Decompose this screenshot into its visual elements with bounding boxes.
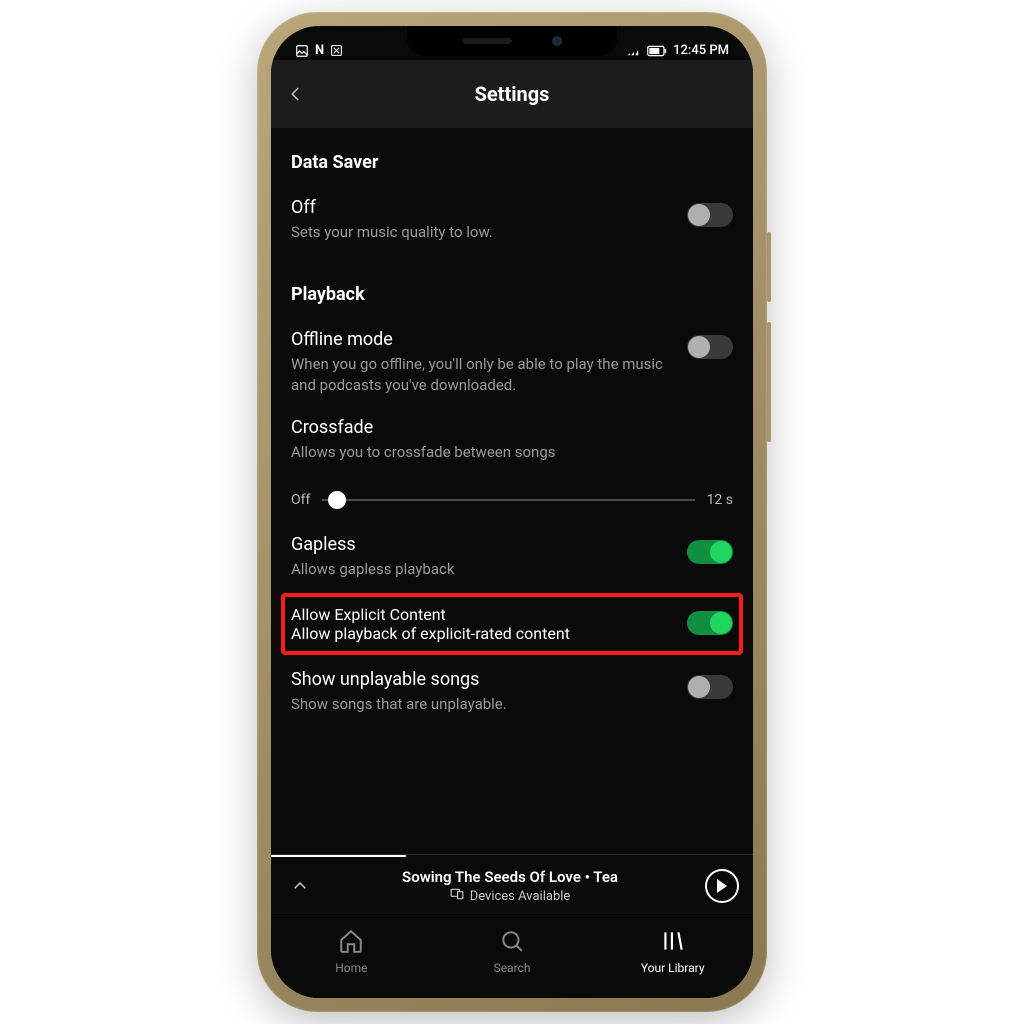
devices-icon	[450, 888, 464, 904]
unplayable-toggle[interactable]	[687, 675, 733, 699]
tab-home-label: Home	[335, 961, 367, 975]
allow-explicit-desc: Allow playback of explicit-rated content	[291, 624, 570, 643]
crossfade-row: Crossfade Allows you to crossfade betwee…	[291, 413, 733, 526]
playback-progress	[271, 855, 406, 857]
allow-explicit-title: Allow Explicit Content	[291, 605, 570, 624]
settings-header: Settings	[271, 60, 753, 128]
offline-mode-title: Offline mode	[291, 329, 671, 350]
now-playing-bar[interactable]: Sowing The Seeds Of Love • Tea Devices A…	[271, 854, 753, 918]
crossfade-min-label: Off	[291, 492, 310, 508]
offline-mode-desc: When you go offline, you'll only be able…	[291, 354, 671, 395]
allow-explicit-toggle[interactable]	[687, 611, 733, 635]
gapless-title: Gapless	[291, 534, 671, 555]
expand-now-playing[interactable]	[285, 877, 315, 895]
crossfade-desc: Allows you to crossfade between songs	[291, 442, 733, 462]
data-saver-toggle[interactable]	[687, 203, 733, 227]
offline-mode-row[interactable]: Offline mode When you go offline, you'll…	[291, 321, 733, 413]
unplayable-title: Show unplayable songs	[291, 669, 671, 690]
crossfade-max-label: 12 s	[707, 492, 733, 508]
play-button[interactable]	[705, 869, 739, 903]
allow-explicit-row[interactable]: Allow Explicit Content Allow playback of…	[281, 593, 743, 655]
section-playback: Playback	[291, 284, 733, 305]
data-saver-desc: Sets your music quality to low.	[291, 222, 671, 242]
library-icon	[660, 928, 686, 957]
tab-search[interactable]: Search	[432, 918, 593, 984]
search-icon	[499, 928, 525, 957]
screen: N 12:45 PM Settings	[271, 26, 753, 998]
crossfade-thumb[interactable]	[328, 491, 346, 509]
tab-your-library[interactable]: Your Library	[592, 918, 753, 984]
home-icon	[338, 928, 364, 957]
tab-bar: Home Search Your Library	[271, 918, 753, 998]
image-icon	[295, 44, 309, 58]
crossfade-slider[interactable]	[322, 499, 694, 501]
offline-mode-toggle[interactable]	[687, 335, 733, 359]
devices-available-label[interactable]: Devices Available	[470, 889, 571, 904]
notch	[407, 26, 617, 56]
gapless-desc: Allows gapless playback	[291, 559, 671, 579]
tab-home[interactable]: Home	[271, 918, 432, 984]
gapless-row[interactable]: Gapless Allows gapless playback	[291, 526, 733, 597]
data-saver-title: Off	[291, 197, 671, 218]
signal-icon	[627, 45, 641, 57]
unplayable-desc: Show songs that are unplayable.	[291, 694, 671, 714]
now-playing-track: Sowing The Seeds Of Love • Tea	[325, 868, 695, 886]
box-icon	[330, 44, 343, 57]
tab-library-label: Your Library	[641, 961, 705, 975]
settings-content[interactable]: Data Saver Off Sets your music quality t…	[271, 128, 753, 854]
tab-search-label: Search	[494, 961, 531, 975]
gapless-toggle[interactable]	[687, 540, 733, 564]
battery-icon	[647, 45, 667, 57]
data-saver-row[interactable]: Off Sets your music quality to low.	[291, 189, 733, 260]
section-data-saver: Data Saver	[291, 152, 733, 173]
crossfade-title: Crossfade	[291, 417, 733, 438]
page-title: Settings	[271, 82, 753, 106]
unplayable-row[interactable]: Show unplayable songs Show songs that ar…	[291, 661, 733, 720]
back-button[interactable]	[271, 69, 321, 119]
phone-frame: N 12:45 PM Settings	[257, 12, 767, 1012]
n-icon: N	[315, 43, 324, 58]
status-time: 12:45 PM	[673, 43, 729, 58]
